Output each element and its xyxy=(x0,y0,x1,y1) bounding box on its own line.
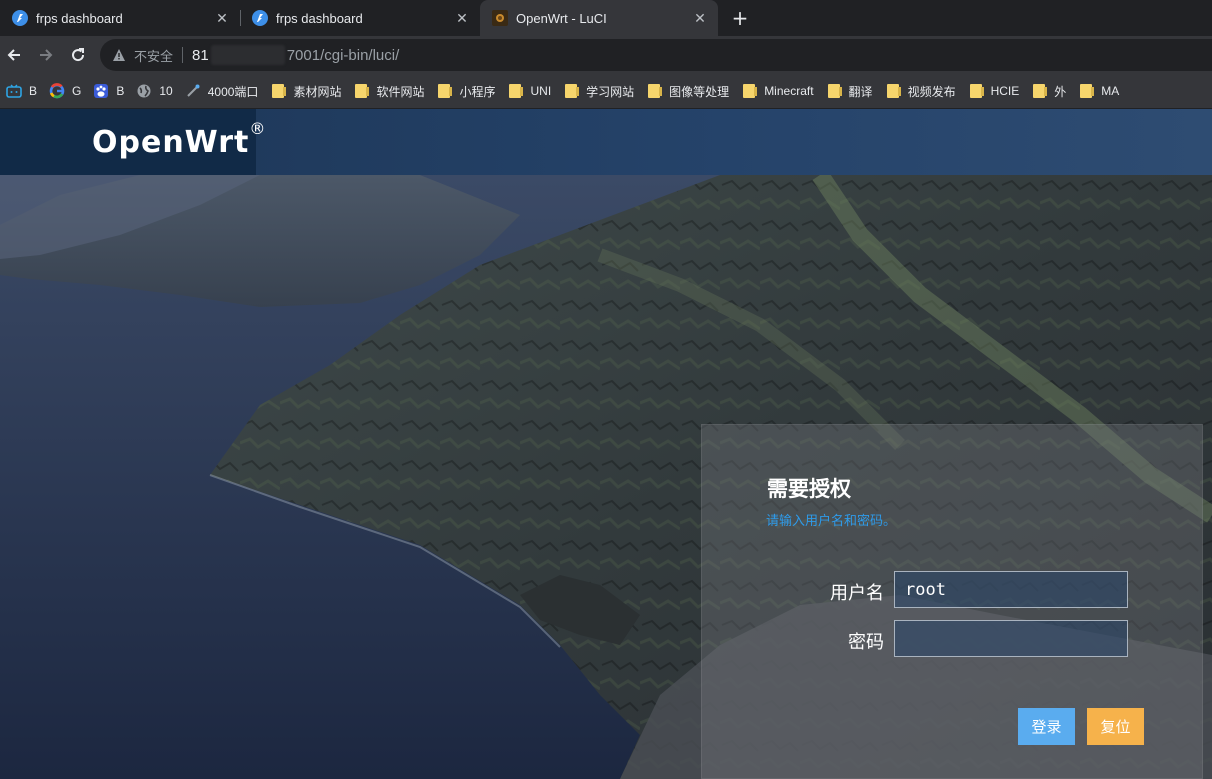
login-panel: 需要授权 请输入用户名和密码。 用户名 密码 登录 复位 xyxy=(701,424,1203,779)
folder-icon xyxy=(507,83,524,99)
bookmark-folder[interactable]: 外 xyxy=(1025,78,1072,104)
page-content: OpenWrt® 需要授权 请输入用户名和密码。 用户名 密码 登录 复位 xyxy=(0,109,1212,779)
openwrt-header-bar: OpenWrt® xyxy=(0,109,1212,175)
bookmark-google[interactable]: G xyxy=(43,78,87,104)
bookmark-folder[interactable]: 图像等处理 xyxy=(640,78,735,104)
bookmark-label: 素材网站 xyxy=(293,84,342,99)
bookmark-label: Minecraft xyxy=(764,84,814,98)
warning-icon[interactable] xyxy=(112,48,126,62)
bookmark-label: B xyxy=(116,84,125,98)
login-title: 需要授权 xyxy=(767,477,851,501)
bilibili-icon xyxy=(6,83,22,99)
close-tab-icon[interactable]: ✕ xyxy=(454,10,470,26)
password-label: 密码 xyxy=(848,632,884,653)
url-text[interactable]: 81 7001/cgi-bin/luci/ xyxy=(192,45,399,65)
brand-area[interactable]: OpenWrt® xyxy=(0,109,265,175)
folder-icon xyxy=(1031,83,1048,99)
url-path: 7001/cgi-bin/luci/ xyxy=(286,46,400,64)
bookmark-label: UNI xyxy=(530,84,552,98)
folder-icon xyxy=(646,83,663,99)
new-tab-button[interactable]: + xyxy=(728,6,752,30)
bookmark-bilibili[interactable]: B xyxy=(0,78,43,104)
bookmark-label: 小程序 xyxy=(459,84,496,99)
folder-icon xyxy=(353,83,370,99)
bookmark-label: G xyxy=(72,84,82,98)
bookmark-folder[interactable]: 素材网站 xyxy=(264,78,347,104)
bookmark-label: 10 xyxy=(159,84,173,98)
bookmark-folder[interactable]: 翻译 xyxy=(820,78,879,104)
folder-icon xyxy=(436,83,453,99)
reload-icon xyxy=(72,48,85,62)
reload-button[interactable] xyxy=(64,41,92,69)
tab-frps-dashboard-1[interactable]: frps dashboard ✕ xyxy=(0,0,240,36)
folder-icon xyxy=(1078,83,1095,99)
username-input[interactable] xyxy=(894,571,1128,608)
bookmark-folder[interactable]: Minecraft xyxy=(735,78,819,104)
forward-button[interactable] xyxy=(32,41,60,69)
close-tab-icon[interactable]: ✕ xyxy=(214,10,230,26)
login-button[interactable]: 登录 xyxy=(1018,708,1075,745)
bookmark-folder[interactable]: 小程序 xyxy=(430,78,501,104)
frps-favicon-icon xyxy=(252,10,268,26)
tab-strip: frps dashboard ✕ frps dashboard ✕ OpenWr… xyxy=(0,0,1212,36)
bookmark-folder[interactable]: MA xyxy=(1072,78,1125,104)
brand-logo[interactable]: OpenWrt® xyxy=(46,119,266,160)
folder-icon xyxy=(741,83,758,99)
username-label: 用户名 xyxy=(830,583,884,604)
back-arrow-icon xyxy=(7,49,20,61)
bookmark-10[interactable]: 10 xyxy=(130,78,178,104)
bookmarks-bar: B G B 10 4000端口 素材网站 软件网站 小程序 UNI 学习网站 图… xyxy=(0,74,1212,109)
folder-icon xyxy=(968,83,984,99)
address-bar[interactable]: 不安全 81 7001/cgi-bin/luci/ xyxy=(100,39,1212,71)
bookmark-label: 学习网站 xyxy=(586,84,635,99)
bookmark-folder[interactable]: 视频发布 xyxy=(879,78,962,104)
bookmark-label: 翻译 xyxy=(848,84,873,99)
registered-mark: ® xyxy=(249,118,267,138)
folder-icon xyxy=(826,83,842,99)
reset-button[interactable]: 复位 xyxy=(1087,708,1144,745)
bookmark-label: HCIE xyxy=(990,84,1020,98)
bookmark-baidu[interactable]: B xyxy=(87,78,130,104)
openwrt-favicon-icon xyxy=(492,10,508,26)
tab-frps-dashboard-2[interactable]: frps dashboard ✕ xyxy=(240,0,480,36)
back-button[interactable] xyxy=(0,41,28,69)
bookmark-label: 图像等处理 xyxy=(669,84,730,99)
address-divider xyxy=(182,47,184,63)
browser-toolbar: 不安全 81 7001/cgi-bin/luci/ xyxy=(0,36,1212,74)
password-input[interactable] xyxy=(894,620,1128,657)
username-row: 用户名 xyxy=(702,571,1204,609)
globe-icon xyxy=(136,83,152,99)
tab-title: frps dashboard xyxy=(36,10,123,26)
frps-favicon-icon xyxy=(12,10,28,26)
forward-arrow-icon xyxy=(40,49,53,61)
tab-openwrt-luci[interactable]: OpenWrt - LuCI ✕ xyxy=(480,0,718,36)
close-tab-icon[interactable]: ✕ xyxy=(692,10,708,26)
folder-icon xyxy=(885,83,901,99)
bookmark-folder[interactable]: UNI xyxy=(501,78,557,104)
bookmark-label: 视频发布 xyxy=(907,84,956,99)
redacted-host-segment xyxy=(210,45,285,65)
bookmark-label: B xyxy=(29,84,38,98)
baidu-icon xyxy=(93,83,109,99)
bookmark-4000-port[interactable]: 4000端口 xyxy=(179,78,265,104)
url-host: 81 xyxy=(192,46,209,64)
link-icon xyxy=(185,83,201,99)
bookmark-folder[interactable]: 软件网站 xyxy=(347,78,430,104)
password-row: 密码 xyxy=(702,620,1204,658)
tab-title: frps dashboard xyxy=(276,10,363,26)
bookmark-label: 软件网站 xyxy=(376,84,425,99)
google-icon xyxy=(49,83,65,99)
folder-icon xyxy=(563,83,580,99)
bookmark-folder[interactable]: HCIE xyxy=(962,78,1026,104)
bookmark-label: 4000端口 xyxy=(207,84,259,99)
brand-name: OpenWrt xyxy=(92,124,250,160)
tab-title: OpenWrt - LuCI xyxy=(516,10,607,26)
folder-icon xyxy=(270,83,287,99)
bookmark-folder[interactable]: 学习网站 xyxy=(557,78,640,104)
login-description: 请输入用户名和密码。 xyxy=(766,514,897,529)
not-secure-label[interactable]: 不安全 xyxy=(134,46,173,65)
bookmark-label: MA xyxy=(1101,84,1120,98)
bookmark-label: 外 xyxy=(1054,84,1067,99)
